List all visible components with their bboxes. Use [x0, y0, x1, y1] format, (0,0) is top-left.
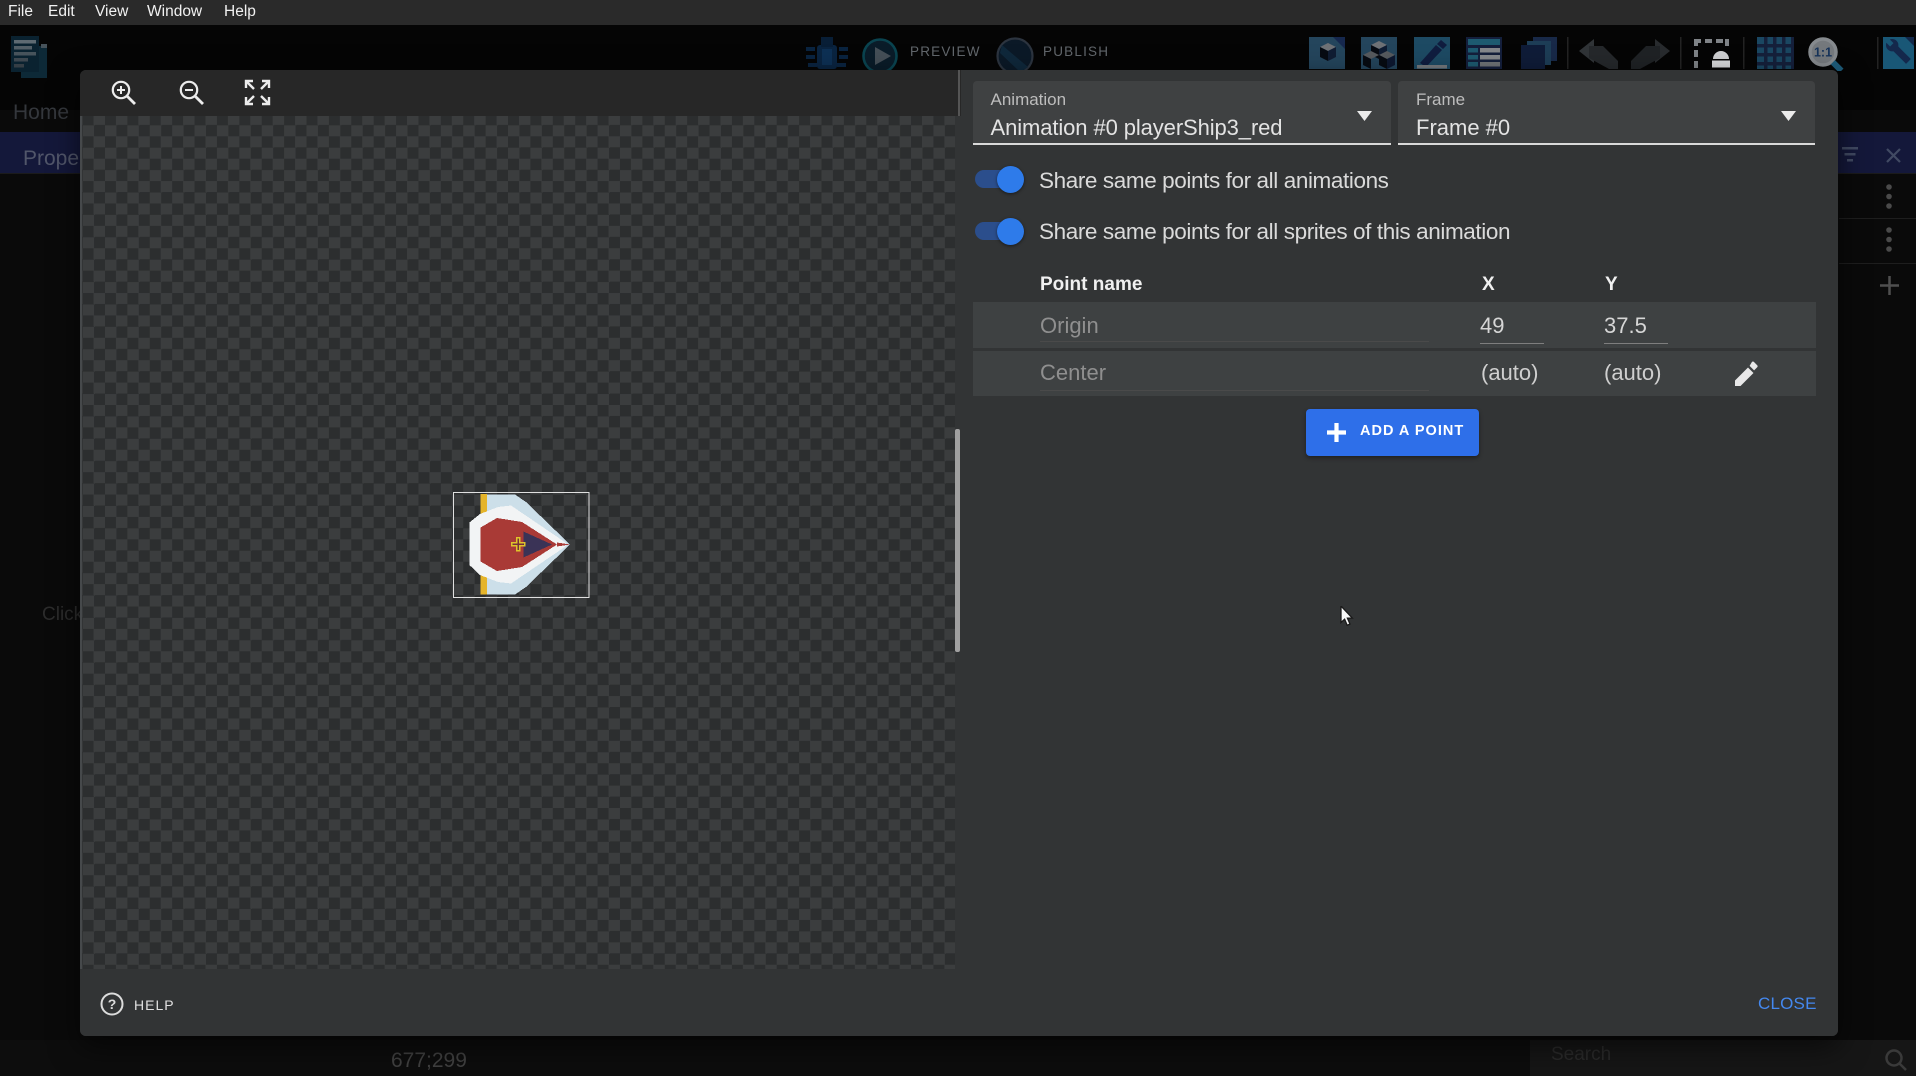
svg-text:1:1: 1:1 — [1814, 46, 1832, 60]
svg-text:?: ? — [108, 996, 117, 1012]
